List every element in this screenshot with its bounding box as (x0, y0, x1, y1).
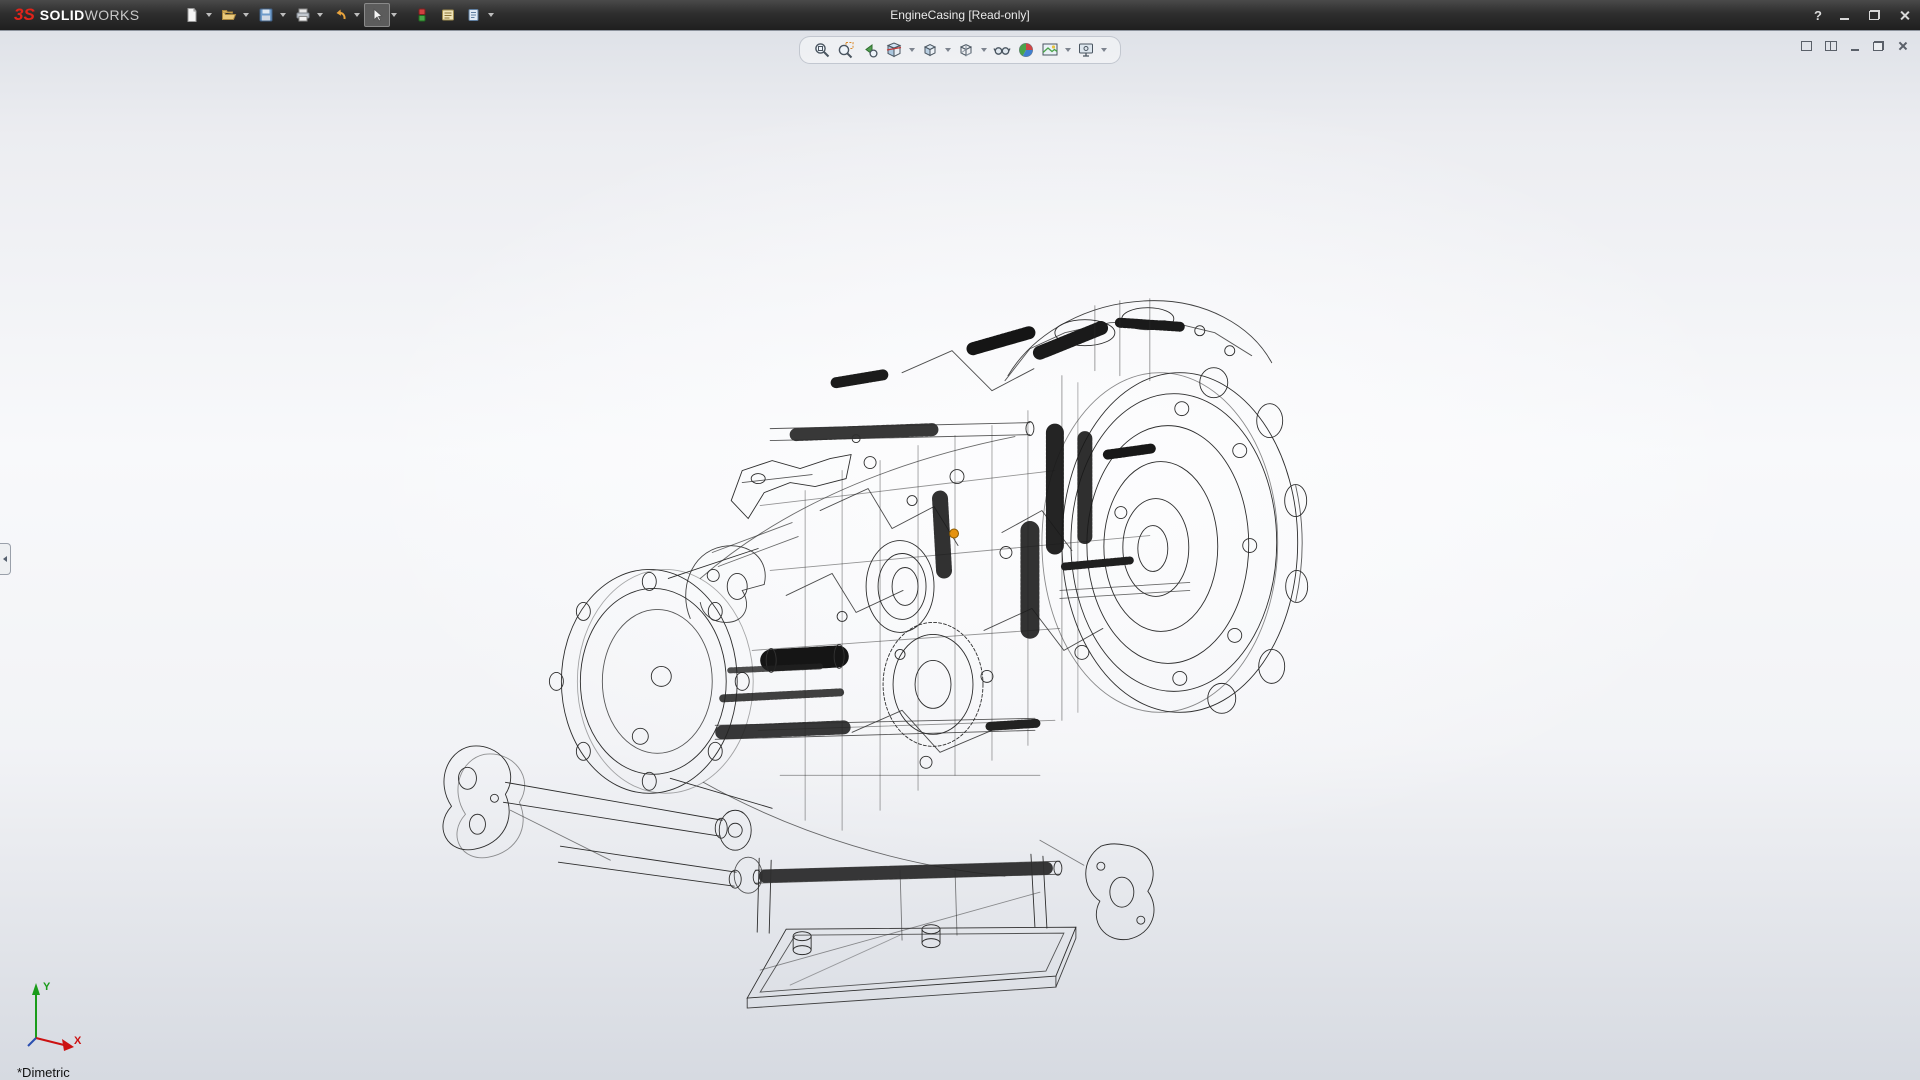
save-icon (258, 7, 274, 23)
y-axis-arrow-icon (32, 983, 40, 995)
titlebar: 3S SOLIDWORKS (0, 0, 1920, 30)
previous-view-button[interactable] (858, 39, 882, 61)
window-title: EngineCasing [Read-only] (890, 8, 1029, 22)
apply-scene-button[interactable] (1038, 39, 1062, 61)
restore-document-button[interactable] (1871, 38, 1886, 53)
triad-y-label: Y (43, 981, 51, 993)
rebuild-icon (414, 7, 430, 23)
undo-icon (332, 7, 348, 23)
scene-dropdown-caret-icon[interactable] (1065, 48, 1071, 52)
select-dropdown-caret-icon[interactable] (391, 13, 397, 17)
feature-manager-collapsed-tab[interactable] (0, 543, 11, 575)
help-button[interactable]: ? (1814, 8, 1822, 23)
reference-triad[interactable]: Y X (20, 976, 84, 1054)
file-properties-button[interactable] (435, 3, 461, 27)
close-icon (1899, 10, 1910, 21)
hide-show-items-icon (993, 41, 1011, 59)
restore-document-icon (1873, 41, 1884, 51)
display-style-icon (957, 41, 975, 59)
open-dropdown-caret-icon[interactable] (243, 13, 249, 17)
section-view-icon (885, 41, 903, 59)
orientation-dropdown-caret-icon[interactable] (945, 48, 951, 52)
standard-toolbar (179, 3, 498, 27)
edit-appearance-icon (1017, 41, 1035, 59)
view-settings-icon (1077, 41, 1095, 59)
engine-casing-wireframe-model[interactable] (0, 31, 1920, 1080)
display-style-dropdown-caret-icon[interactable] (981, 48, 987, 52)
select-button[interactable] (364, 3, 390, 27)
solidworks-window: 3S SOLIDWORKS (0, 0, 1920, 1080)
new-document-button[interactable] (179, 3, 205, 27)
x-axis-arrow-icon (62, 1039, 74, 1051)
print-button[interactable] (290, 3, 316, 27)
previous-view-icon (861, 41, 879, 59)
solidworks-logo: 3S SOLIDWORKS (0, 5, 153, 25)
undo-button[interactable] (327, 3, 353, 27)
open-button[interactable] (216, 3, 242, 27)
maximize-button[interactable] (1866, 7, 1882, 23)
hide-show-items-button[interactable] (990, 39, 1014, 61)
open-folder-icon (221, 7, 237, 23)
file-properties-icon (440, 7, 456, 23)
heads-up-view-toolbar (799, 36, 1121, 64)
save-dropdown-caret-icon[interactable] (280, 13, 286, 17)
z-axis-stub-icon (28, 1038, 36, 1046)
zoom-to-fit-icon (813, 41, 831, 59)
options-button[interactable] (461, 3, 487, 27)
expand-panel-arrow-icon (3, 556, 7, 562)
new-document-icon (184, 7, 200, 23)
save-button[interactable] (253, 3, 279, 27)
close-document-icon (1898, 41, 1908, 51)
new-dropdown-caret-icon[interactable] (206, 13, 212, 17)
edit-appearance-button[interactable] (1014, 39, 1038, 61)
tile-panes-button[interactable] (1799, 38, 1814, 53)
options-icon (466, 7, 482, 23)
view-orientation-icon (921, 41, 939, 59)
zoom-to-fit-button[interactable] (810, 39, 834, 61)
view-settings-dropdown-caret-icon[interactable] (1101, 48, 1107, 52)
restore-icon (1869, 10, 1880, 20)
split-panes-button[interactable] (1823, 38, 1838, 53)
view-settings-button[interactable] (1074, 39, 1098, 61)
view-orientation-label: *Dimetric (17, 1066, 70, 1080)
close-document-button[interactable] (1895, 38, 1910, 53)
logo-text-solid: SOLID (40, 7, 85, 23)
graphics-viewport[interactable]: Y X *Dimetric (0, 30, 1920, 1080)
section-view-button[interactable] (882, 39, 906, 61)
section-dropdown-caret-icon[interactable] (909, 48, 915, 52)
options-dropdown-caret-icon[interactable] (488, 13, 494, 17)
zoom-to-area-icon (837, 41, 855, 59)
minimize-icon (1840, 18, 1849, 20)
tile-panes-icon (1801, 41, 1812, 51)
print-dropdown-caret-icon[interactable] (317, 13, 323, 17)
minimize-document-button[interactable] (1847, 38, 1862, 53)
zoom-to-area-button[interactable] (834, 39, 858, 61)
split-panes-icon (1825, 41, 1837, 51)
display-style-button[interactable] (954, 39, 978, 61)
close-button[interactable] (1896, 7, 1912, 23)
minimize-document-icon (1851, 49, 1859, 51)
apply-scene-icon (1041, 41, 1059, 59)
window-controls: ? (1814, 0, 1912, 30)
document-window-controls (1799, 38, 1910, 53)
rebuild-button[interactable] (409, 3, 435, 27)
undo-dropdown-caret-icon[interactable] (354, 13, 360, 17)
minimize-button[interactable] (1836, 7, 1852, 23)
ds-logo-icon: 3S (14, 5, 35, 25)
print-icon (295, 7, 311, 23)
logo-text-works: WORKS (85, 7, 140, 23)
triad-x-label: X (74, 1035, 82, 1047)
view-orientation-button[interactable] (918, 39, 942, 61)
select-cursor-icon (369, 7, 385, 23)
